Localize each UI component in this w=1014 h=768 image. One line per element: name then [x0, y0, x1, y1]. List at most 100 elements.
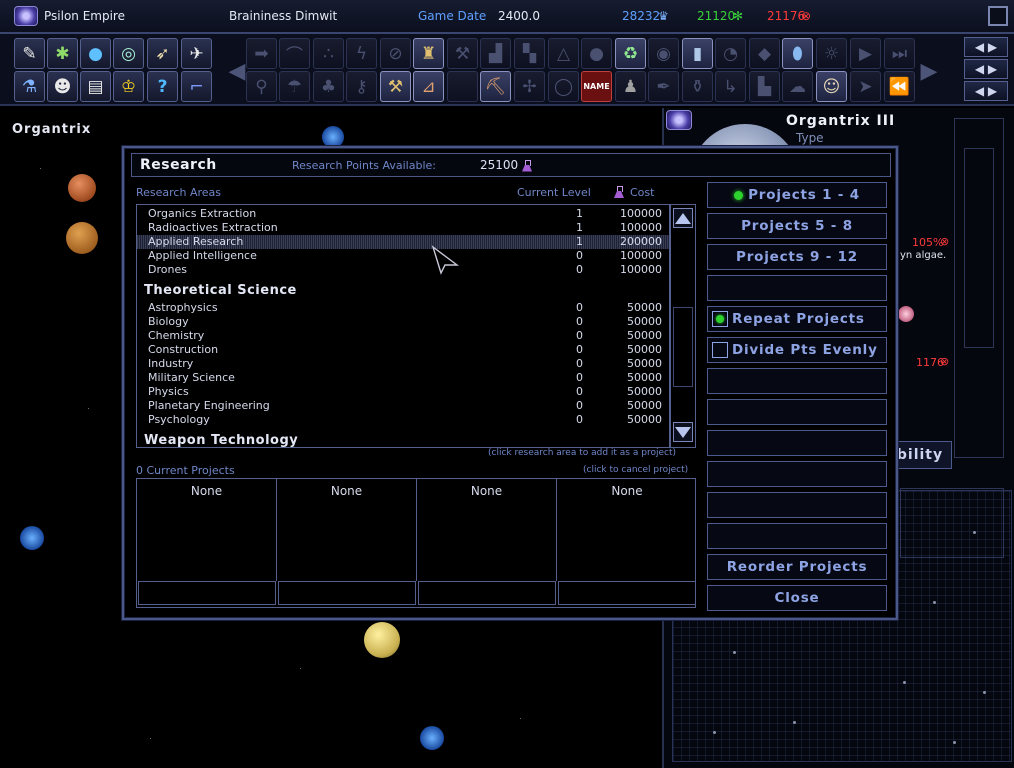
- tool-disc-icon[interactable]: ◉: [648, 38, 679, 69]
- tool-scatter-icon[interactable]: ∴: [313, 38, 344, 69]
- list-item-selected[interactable]: Applied Research 1 200000: [137, 235, 669, 249]
- scroll-down-button[interactable]: [673, 422, 693, 442]
- tool-link-icon[interactable]: ⌒: [279, 38, 310, 69]
- project-slot-1[interactable]: None: [137, 479, 277, 581]
- planet-yellow[interactable]: [364, 622, 400, 658]
- empty-slot: [707, 430, 887, 456]
- ring-icon[interactable]: ◎: [113, 38, 144, 69]
- tool-boot-icon[interactable]: ▙: [749, 71, 780, 102]
- repeat-projects-toggle[interactable]: Repeat Projects: [707, 306, 887, 332]
- planet-blue-small[interactable]: [322, 126, 344, 148]
- tool-bag-icon[interactable]: ⚲: [246, 71, 277, 102]
- tool-bottle-icon[interactable]: ⚱: [682, 71, 713, 102]
- list-item[interactable]: Radioactives Extraction 1 100000: [137, 221, 669, 235]
- list-scrollbar[interactable]: [670, 204, 696, 448]
- nav-up-icon[interactable]: ◀ ▶: [964, 37, 1008, 57]
- reorder-projects-button[interactable]: Reorder Projects: [707, 554, 887, 580]
- tool-factory-icon[interactable]: ♜: [413, 38, 444, 69]
- tool-pickaxe-icon[interactable]: ⛏: [480, 71, 511, 102]
- pipe-icon[interactable]: ⌐: [181, 71, 212, 102]
- list-item[interactable]: Industry 0 50000: [137, 357, 669, 371]
- list-item[interactable]: Psychology 0 50000: [137, 413, 669, 427]
- tool-brain-icon[interactable]: ☁: [782, 71, 813, 102]
- col-level: Current Level: [517, 186, 591, 199]
- help-icon[interactable]: ?: [147, 71, 178, 102]
- project-progress-2: [278, 581, 416, 605]
- name-button[interactable]: NAME: [581, 71, 612, 102]
- list-item[interactable]: Biology 0 50000: [137, 315, 669, 329]
- tool-swirl-icon[interactable]: ☼: [816, 38, 847, 69]
- nav-globe-icon[interactable]: ◀ ▶: [964, 81, 1008, 101]
- project-slot-4[interactable]: None: [557, 479, 697, 581]
- tool-gauge-icon[interactable]: ◔: [715, 38, 746, 69]
- tool-stairs-icon[interactable]: ▟: [480, 38, 511, 69]
- tool-play-icon[interactable]: ▶: [850, 38, 881, 69]
- tool-wrench-icon[interactable]: ⚷: [346, 71, 377, 102]
- tool-cross-icon[interactable]: ✢: [514, 71, 545, 102]
- alien-icon[interactable]: ☻: [47, 71, 78, 102]
- tool-egg-icon[interactable]: ⬮: [782, 38, 813, 69]
- list-item[interactable]: Applied Intelligence 0 100000: [137, 249, 669, 263]
- crown-icon[interactable]: ♔: [113, 71, 144, 102]
- tab-projects-9-12[interactable]: Projects 9 - 12: [707, 244, 887, 270]
- notes-icon[interactable]: ▤: [80, 71, 111, 102]
- tool-ship-icon[interactable]: ➤: [850, 71, 881, 102]
- satellite-icon[interactable]: ✈: [181, 38, 212, 69]
- tab-projects-1-4[interactable]: Projects 1 - 4: [707, 182, 887, 208]
- list-item[interactable]: Planetary Engineering 0 50000: [137, 399, 669, 413]
- tool-hook-icon[interactable]: ↳: [715, 71, 746, 102]
- active-led-icon: [734, 190, 744, 200]
- planet-orange[interactable]: [66, 222, 98, 254]
- tool-crane-icon[interactable]: ⊿: [413, 71, 444, 102]
- project-slot-3[interactable]: None: [417, 479, 557, 581]
- tool-cancel-icon[interactable]: ⊘: [380, 38, 411, 69]
- tool-skip-icon[interactable]: ⏭: [884, 38, 915, 69]
- tool-triangle-icon[interactable]: △: [548, 38, 579, 69]
- tool-hammer-icon[interactable]: ⚒: [380, 71, 411, 102]
- planet-blue-bottom[interactable]: [420, 726, 444, 750]
- tool-tree-icon[interactable]: ♣: [313, 71, 344, 102]
- flask-icon[interactable]: ⚗: [14, 71, 45, 102]
- scroll-thumb[interactable]: [673, 307, 693, 387]
- ships-icon[interactable]: ➶: [147, 38, 178, 69]
- tool-ring-icon[interactable]: ◯: [548, 71, 579, 102]
- tool-canister-icon[interactable]: ▮: [682, 38, 713, 69]
- tool-recycle-icon[interactable]: ♻: [615, 38, 646, 69]
- tool-arrow-icon[interactable]: ➡: [246, 38, 277, 69]
- minimize-button[interactable]: [988, 6, 1008, 26]
- food-value: 21120: [697, 9, 736, 23]
- planet-blue-left[interactable]: [20, 526, 44, 550]
- tool-bolt-icon[interactable]: ϟ: [346, 38, 377, 69]
- toolbar-scroll-right-icon[interactable]: ▶: [921, 38, 938, 104]
- tool-statue-icon[interactable]: ♟: [615, 71, 646, 102]
- tool-blank-icon[interactable]: [447, 71, 478, 102]
- project-slot-2[interactable]: None: [277, 479, 417, 581]
- divide-points-toggle[interactable]: Divide Pts Evenly: [707, 337, 887, 363]
- planet-red[interactable]: [68, 174, 96, 202]
- nav-ship-icon[interactable]: ◀ ▶: [964, 59, 1008, 79]
- globe-icon[interactable]: ●: [80, 38, 111, 69]
- scroll-icon[interactable]: ✎: [14, 38, 45, 69]
- list-item[interactable]: Astrophysics 0 50000: [137, 301, 669, 315]
- list-item[interactable]: Organics Extraction 1 100000: [137, 207, 669, 221]
- list-item[interactable]: Chemistry 0 50000: [137, 329, 669, 343]
- tool-puzzle-icon[interactable]: ▚: [514, 38, 545, 69]
- tool-mask-icon[interactable]: ☺: [816, 71, 847, 102]
- tab-projects-5-8[interactable]: Projects 5 - 8: [707, 213, 887, 239]
- tool-sphere-icon[interactable]: ●: [581, 38, 612, 69]
- list-item[interactable]: Construction 0 50000: [137, 343, 669, 357]
- list-item[interactable]: Drones 0 100000: [137, 263, 669, 277]
- list-item[interactable]: Physics 0 50000: [137, 385, 669, 399]
- tool-shovel-icon[interactable]: ⚒: [447, 38, 478, 69]
- tool-rewind-icon[interactable]: ⏪: [884, 71, 915, 102]
- command-value: 21176: [767, 9, 806, 23]
- tool-mushroom-icon[interactable]: ☂: [279, 71, 310, 102]
- tool-pod-icon[interactable]: ◆: [749, 38, 780, 69]
- research-area-list[interactable]: Organics Extraction 1 100000 Radioactives …: [136, 204, 670, 448]
- spider-icon[interactable]: ✱: [47, 38, 78, 69]
- toolbar-scroll-left-icon[interactable]: ◀: [229, 38, 246, 104]
- scroll-up-button[interactable]: [673, 208, 693, 228]
- tool-pen-icon[interactable]: ✒: [648, 71, 679, 102]
- list-item[interactable]: Military Science 0 50000: [137, 371, 669, 385]
- close-button[interactable]: Close: [707, 585, 887, 611]
